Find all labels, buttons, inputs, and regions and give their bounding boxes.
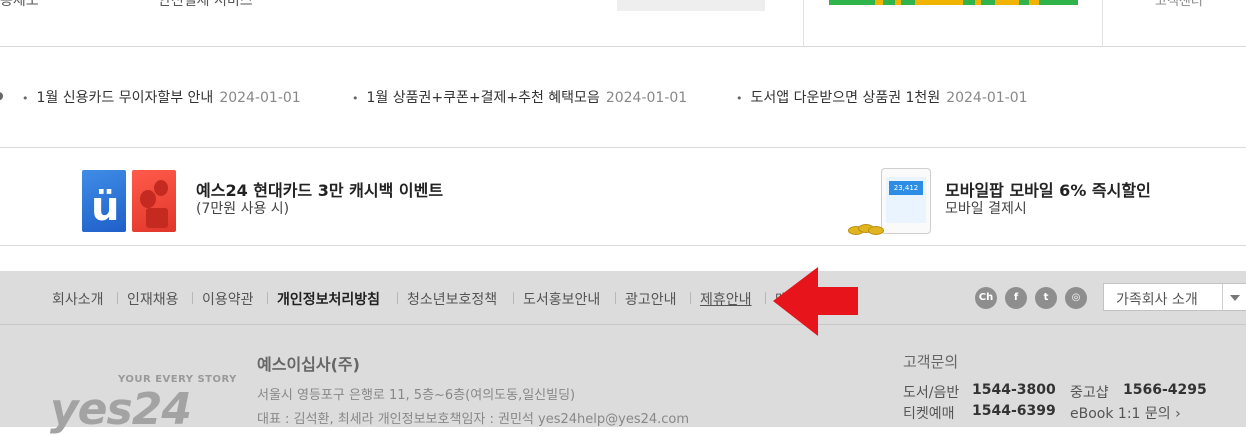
cs-number: 1566-4295 — [1123, 382, 1207, 398]
coins-image — [848, 222, 884, 235]
notice-item[interactable]: ● — [0, 87, 12, 103]
top-gray-box — [617, 0, 765, 11]
separator — [765, 292, 766, 304]
red-arrow-annotation — [773, 267, 858, 336]
notice-date: 2024-01-01 — [219, 90, 301, 106]
cs-label: 중고샵 — [1070, 385, 1109, 401]
cut-text-mid[interactable]: 안전결제 서비스 — [158, 0, 253, 10]
notice-item[interactable]: • 도서앱 다운받으면 상품권 1천원 2024-01-01 — [736, 87, 1028, 107]
footer-link-careers[interactable]: 인재채용 — [127, 289, 179, 309]
cut-text-right: 고객센터 — [1155, 0, 1203, 9]
banner-row: ü 예스24 현대카드 3만 캐시백 이벤트 (7만원 사용 시) 23,412… — [0, 148, 1246, 246]
separator — [397, 292, 398, 304]
cut-text-left: 송제도 — [0, 0, 39, 9]
bullet: • — [352, 92, 359, 105]
facebook-icon[interactable]: f — [1005, 287, 1027, 309]
footer: 회사소개 인재채용 이용약관 개인정보처리방침 청소년보호정책 도서홍보안내 광… — [0, 271, 1246, 435]
company-reps: 대표 : 김석환, 최세라 개인정보보호책임자 : 권민석 yes24help@… — [257, 412, 690, 427]
notice-title: 도서앱 다운받으면 상품권 1천원 — [750, 90, 941, 106]
notice-item[interactable]: • 1월 신용카드 무이자할부 안내 2024-01-01 — [22, 87, 301, 107]
separator — [117, 292, 118, 304]
footer-link-terms[interactable]: 이용약관 — [202, 289, 254, 309]
notice-date: 2024-01-01 — [946, 90, 1028, 106]
notice-date: 2024-01-01 — [605, 90, 688, 106]
yes24-logo[interactable]: YOUR EVERY STORY yes24 — [50, 374, 236, 435]
phone-screen-value: 23,412 — [889, 181, 923, 195]
cs-label: 도서/음반 — [903, 385, 960, 401]
footer-nav: 회사소개 인재채용 이용약관 개인정보처리방침 청소년보호정책 도서홍보안내 광… — [0, 271, 1246, 325]
separator — [690, 292, 691, 304]
company-name: 예스이십사(주) — [257, 355, 360, 374]
chevron-down-icon — [1230, 295, 1240, 301]
footer-link-youth[interactable]: 청소년보호정책 — [407, 289, 497, 309]
notice-title: 1월 상품권+쿠폰+결제+추천 혜택모음 — [366, 90, 600, 106]
divider — [1222, 284, 1223, 310]
bullet: • — [22, 92, 29, 105]
banner-subtitle: (7만원 사용 시) — [196, 201, 290, 217]
separator — [192, 292, 193, 304]
logo-word: yes24 — [50, 384, 192, 435]
footer-link-partnership[interactable]: 제휴안내 — [700, 289, 752, 309]
top-banner-bar[interactable] — [829, 0, 1078, 5]
company-address: 서울시 영등포구 은행로 11, 5층~6층(여의도동,일신빌딩) — [257, 388, 576, 403]
card-image-blue[interactable]: ü — [82, 170, 126, 232]
family-company-select[interactable]: 가족회사 소개 — [1103, 283, 1246, 311]
notice-item[interactable]: • 1월 상품권+쿠폰+결제+추천 혜택모음 2024-01-01 — [352, 87, 687, 107]
ebook-inquiry-link[interactable]: eBook 1:1 문의 › — [1070, 403, 1181, 423]
cs-number: 1544-6399 — [972, 403, 1056, 419]
cs-label: 티켓예매 — [903, 406, 955, 422]
bullet: • — [736, 92, 743, 105]
red-arrow-shape — [773, 267, 858, 336]
phone-image[interactable]: 23,412 — [881, 168, 931, 234]
banner-subtitle: 모바일 결제시 — [945, 201, 1027, 217]
customer-service-heading: 고객문의 — [903, 353, 959, 371]
family-select-label: 가족회사 소개 — [1116, 292, 1198, 308]
footer-link-book-promo[interactable]: 도서홍보안내 — [523, 289, 600, 309]
notice-title: 1월 신용카드 무이자할부 안내 — [36, 90, 214, 106]
footer-link-ads[interactable]: 광고안내 — [625, 289, 677, 309]
footer-link-company[interactable]: 회사소개 — [52, 289, 104, 309]
separator — [513, 292, 514, 304]
channel-icon[interactable]: Ch — [975, 287, 997, 309]
separator — [615, 292, 616, 304]
twitter-icon[interactable]: t — [1035, 287, 1057, 309]
divider — [803, 0, 804, 46]
instagram-icon[interactable]: ◎ — [1065, 287, 1087, 309]
cs-number: 1544-3800 — [972, 382, 1056, 398]
separator — [267, 292, 268, 304]
divider — [1102, 0, 1103, 46]
notice-row: ● • 1월 신용카드 무이자할부 안내 2024-01-01 • 1월 상품권+쿠폰… — [0, 47, 1246, 148]
footer-link-privacy[interactable]: 개인정보처리방침 — [277, 289, 380, 309]
card-image-red[interactable] — [132, 170, 176, 232]
